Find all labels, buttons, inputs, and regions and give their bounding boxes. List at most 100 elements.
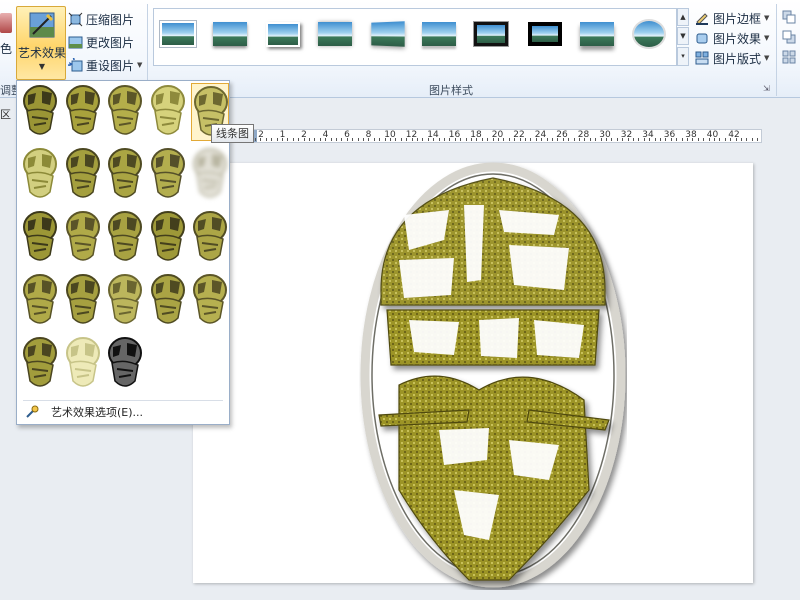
artistic-effects-options-label: 艺术效果选项(E)...	[51, 406, 144, 419]
compress-pictures-button[interactable]: 压缩图片	[68, 10, 134, 28]
picture-effects-button[interactable]: 图片效果 ▼	[695, 29, 769, 47]
picture-style-thumb[interactable]	[316, 19, 354, 49]
art-effect-thumbnail[interactable]	[64, 146, 102, 204]
ruler-tick	[633, 138, 634, 141]
art-effect-thumbnail[interactable]	[149, 83, 187, 141]
art-effect-thumbnail[interactable]	[64, 83, 102, 141]
ruler-tick	[714, 138, 715, 141]
art-effect-thumbnail[interactable]	[21, 335, 59, 393]
horizontal-ruler[interactable]: 2 1 2 4 6 8 10 12 14 16 18 20 22 24 26 28 30 32 34 36 38 40 42	[250, 129, 762, 143]
art-effect-thumbnail[interactable]	[64, 335, 102, 393]
ruler-tick	[557, 138, 559, 141]
ruler-tick	[751, 138, 753, 141]
change-picture-icon	[68, 36, 83, 48]
ruler-tick	[595, 138, 597, 141]
art-effect-thumbnail[interactable]	[21, 83, 59, 141]
art-effect-thumbnail[interactable]	[149, 146, 187, 204]
paper-cut-thumbnail-icon	[108, 85, 142, 135]
ruler-tick	[357, 138, 359, 141]
art-effect-thumbnail[interactable]	[191, 272, 229, 330]
art-effect-thumbnail[interactable]	[21, 272, 59, 330]
picture-style-thumb[interactable]	[159, 19, 197, 49]
picture-style-thumb[interactable]	[368, 19, 406, 49]
art-effect-thumbnail[interactable]	[64, 209, 102, 267]
paper-cut-thumbnail-icon	[23, 148, 57, 198]
ruler-tick	[535, 138, 537, 141]
artistic-effects-gallery: 艺术效果选项(E)...	[16, 80, 230, 425]
picture-style-thumb[interactable]	[420, 19, 458, 49]
ruler-tick	[670, 138, 672, 141]
paper-cut-thumbnail-icon	[23, 337, 57, 387]
gallery-expand-button[interactable]: ▾	[677, 47, 689, 66]
ruler-tick	[508, 138, 510, 141]
picture-style-thumb[interactable]	[472, 19, 510, 49]
paper-cut-thumbnail-icon	[108, 148, 142, 198]
ruler-tick	[384, 138, 386, 141]
picture-style-preview	[632, 19, 666, 49]
picture-style-thumb[interactable]	[264, 19, 302, 49]
ruler-tick	[422, 138, 424, 141]
artistic-effects-button[interactable]: 艺术效果 ▼	[16, 6, 66, 80]
art-effect-thumbnail[interactable]	[149, 272, 187, 330]
picture-style-thumb[interactable]	[578, 19, 616, 49]
picture-style-thumb[interactable]	[525, 19, 563, 49]
ruler-tick	[757, 138, 759, 141]
ruler-tick	[454, 138, 456, 141]
gallery-scroll-down-button[interactable]: ▼	[677, 27, 689, 45]
bring-forward-icon[interactable]	[782, 10, 796, 24]
ruler-tick	[465, 138, 467, 141]
color-icon[interactable]	[0, 13, 12, 33]
ruler-tick	[519, 138, 521, 141]
art-effect-thumbnail[interactable]	[106, 209, 144, 267]
art-effect-thumbnail[interactable]	[21, 146, 59, 204]
dialog-launcher-icon[interactable]: ⇲	[763, 84, 770, 93]
art-effect-thumbnail[interactable]	[191, 209, 229, 267]
chevron-down-icon: ▼	[764, 34, 770, 42]
paper-cut-picture[interactable]	[359, 160, 627, 590]
picture-layout-icon	[695, 51, 709, 65]
color-button-label[interactable]: 色	[0, 40, 12, 57]
art-effect-thumbnail[interactable]	[149, 209, 187, 267]
paper-cut-thumbnail-icon	[23, 211, 57, 261]
artistic-effects-options-item[interactable]: 艺术效果选项(E)...	[19, 402, 227, 422]
art-effect-thumbnail[interactable]	[21, 209, 59, 267]
ruler-tick	[379, 138, 381, 141]
ruler-tick	[336, 138, 337, 141]
picture-styles-group-label: 图片样式	[429, 84, 473, 97]
art-effect-thumbnail[interactable]	[106, 146, 144, 204]
picture-style-thumb[interactable]	[211, 19, 249, 49]
paper-cut-thumbnail-icon	[108, 337, 142, 387]
ruler-tick	[363, 138, 364, 141]
ruler-tick	[373, 138, 375, 141]
ruler-tick	[687, 138, 688, 141]
paper-cut-thumbnail-icon	[65, 85, 100, 135]
picture-border-button[interactable]: 图片边框 ▼	[695, 9, 769, 27]
picture-layout-button[interactable]: 图片版式 ▼	[695, 49, 769, 67]
reset-picture-button[interactable]: 重设图片 ▼	[68, 56, 142, 74]
ruler-tick	[471, 138, 472, 141]
change-picture-button[interactable]: 更改图片	[68, 33, 134, 51]
art-effect-thumbnail[interactable]	[191, 146, 229, 204]
ruler-tick	[433, 138, 435, 141]
art-effect-thumbnail[interactable]	[106, 335, 144, 393]
picture-style-thumb[interactable]	[630, 19, 668, 49]
ruler-tick	[287, 138, 289, 141]
ruler-tick	[724, 138, 726, 141]
ruler-tick	[697, 138, 699, 141]
selection-pane-icon[interactable]	[782, 50, 796, 64]
ruler-tick	[735, 138, 737, 141]
ruler-tick	[282, 138, 283, 141]
picture-border-label: 图片边框	[713, 11, 762, 26]
picture-styles-gallery[interactable]	[153, 8, 677, 66]
send-backward-icon[interactable]	[782, 30, 796, 44]
ruler-tick	[325, 138, 327, 141]
art-effect-thumbnail[interactable]	[106, 272, 144, 330]
ruler-tick	[660, 138, 661, 141]
art-effect-thumbnail[interactable]	[64, 272, 102, 330]
picture-style-preview	[422, 22, 456, 46]
picture-style-preview	[474, 22, 508, 46]
ruler-tick	[654, 138, 656, 141]
art-effect-thumbnail[interactable]	[106, 83, 144, 141]
gallery-scroll-up-button[interactable]: ▲	[677, 8, 689, 26]
reset-picture-icon	[68, 57, 83, 71]
